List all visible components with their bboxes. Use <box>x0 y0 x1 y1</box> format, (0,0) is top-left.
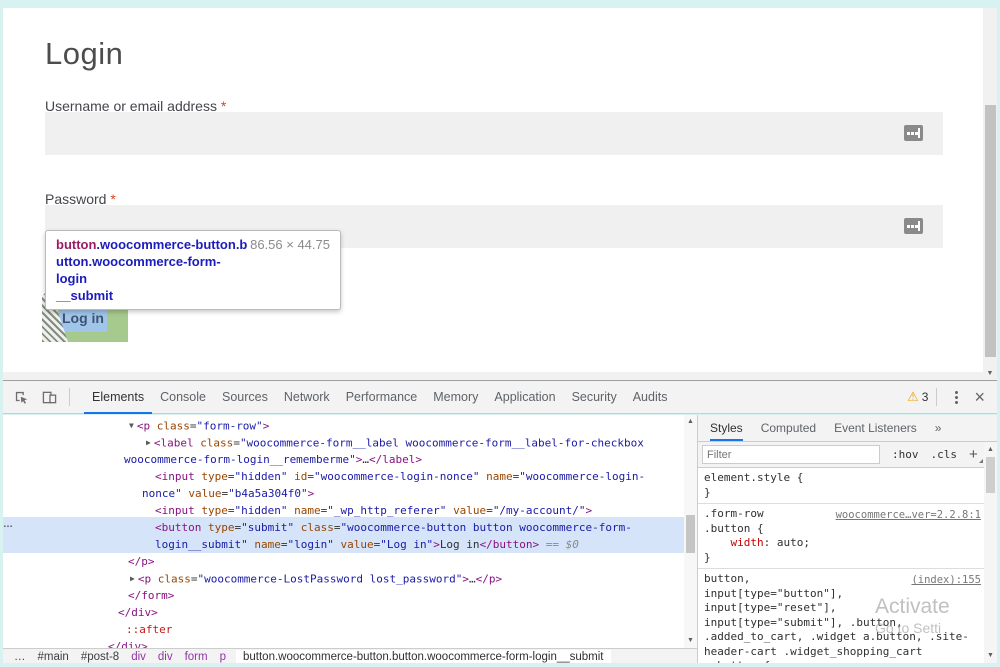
dom-tree-node[interactable]: login__submit" name="login" value="Log i… <box>155 536 579 553</box>
dom-tree-node[interactable]: </p> <box>128 553 155 570</box>
scroll-up-icon[interactable]: ▲ <box>984 445 997 455</box>
input-ime-icon[interactable] <box>904 218 923 234</box>
styles-scrollbar-thumb[interactable] <box>986 457 995 493</box>
stylesheet-link[interactable]: woocommerce…ver=2.2.8:1 <box>836 508 981 523</box>
dom-tree-node[interactable]: </div> <box>108 638 148 648</box>
breadcrumb-item[interactable]: … <box>8 651 32 663</box>
devtools-close-icon[interactable]: × <box>974 381 985 414</box>
dom-tree-node[interactable]: ▼<p class="form-row"> <box>129 417 269 435</box>
toolbar-right-controls: ⚠ 3 × <box>899 381 997 414</box>
dom-tree-node[interactable]: ▶<p class="woocommerce-LostPassword lost… <box>130 570 502 588</box>
styles-filter-input[interactable] <box>702 445 880 464</box>
devtools-tab-bar: ElementsConsoleSourcesNetworkPerformance… <box>84 381 675 414</box>
dom-tree-node[interactable]: nonce" value="b4a5a304f0"> <box>142 485 314 502</box>
screenshot-root: Login Username or email address * Passwo… <box>0 0 1000 667</box>
breadcrumb-item[interactable]: p <box>214 651 232 663</box>
frame-edge <box>0 663 1000 667</box>
page-title: Login <box>45 36 123 72</box>
sidebar-tab-event-listeners[interactable]: Event Listeners <box>834 415 917 441</box>
warning-icon: ⚠ <box>907 389 919 405</box>
breadcrumb-item[interactable]: #post-8 <box>75 651 125 663</box>
tab-network[interactable]: Network <box>276 381 338 414</box>
long-press-corner <box>979 459 983 463</box>
console-warnings-badge[interactable]: ⚠ 3 <box>899 389 936 405</box>
css-line[interactable]: header-cart .widget_shopping_cart <box>704 645 991 660</box>
input-ime-icon[interactable] <box>904 125 923 141</box>
css-rule: (index):155button,input[type="button"],i… <box>698 569 997 663</box>
breadcrumb-item[interactable]: form <box>179 651 214 663</box>
toggle-class-button[interactable]: .cls <box>931 448 958 461</box>
tab-elements[interactable]: Elements <box>84 381 152 414</box>
page-scrollbar-thumb[interactable] <box>985 105 996 357</box>
dom-tree-node[interactable]: <input type="hidden" name="_wp_http_refe… <box>155 502 592 519</box>
browser-page: Login Username or email address * Passwo… <box>3 8 983 372</box>
page-vertical-scrollbar[interactable]: ▼ <box>983 8 997 380</box>
scroll-up-icon[interactable]: ▲ <box>684 417 697 427</box>
dom-tree-node[interactable]: woocommerce-form-login__rememberme">…</l… <box>124 451 422 468</box>
css-rule: woocommerce…ver=2.2.8:1.form-row.button … <box>698 504 997 569</box>
styles-filter-row: :hov .cls + <box>698 442 997 468</box>
stylesheet-link[interactable]: (index):155 <box>911 573 981 588</box>
page-horizontal-scrollbar[interactable] <box>3 372 983 380</box>
scroll-down-icon[interactable]: ▼ <box>984 651 997 661</box>
css-line[interactable]: input[type="submit"], .button, <box>704 616 991 631</box>
dom-tree-node[interactable]: </form> <box>128 587 174 604</box>
inspect-tooltip: button.woocommerce-button.button.woocomm… <box>45 230 341 310</box>
device-toolbar-icon[interactable] <box>41 389 57 405</box>
devtools-menu-icon[interactable] <box>955 396 958 399</box>
css-line[interactable]: input[type="reset"], <box>704 601 991 616</box>
inspect-tooltip-size: 86.56 × 44.75 <box>250 236 330 304</box>
tab-security[interactable]: Security <box>564 381 625 414</box>
frame-edge <box>0 380 3 667</box>
dom-tree-node[interactable]: ::after <box>126 621 172 638</box>
styles-sidebar: Styles Computed Event Listeners » :hov .cls… <box>698 415 997 663</box>
css-line[interactable]: } <box>704 486 991 501</box>
breadcrumb-item[interactable]: div <box>152 651 179 663</box>
dom-tree-node[interactable]: <input type="hidden" id="woocommerce-log… <box>155 468 645 485</box>
toggle-pseudo-button[interactable]: :hov <box>892 448 919 461</box>
css-line[interactable]: .button { <box>704 522 991 537</box>
scroll-down-icon[interactable]: ▼ <box>684 636 697 646</box>
breadcrumb-item[interactable]: button.woocommerce-button.button.woocomm… <box>236 650 611 664</box>
elements-dom-tree: … ▼<p class="form-row">▶<label class="wo… <box>0 415 684 648</box>
inspect-tooltip-selector: button.woocommerce-button.button.woocomm… <box>56 236 250 304</box>
scroll-down-icon[interactable]: ▼ <box>983 369 997 379</box>
dom-tree-node[interactable]: <button type="submit" class="woocommerce… <box>155 519 632 536</box>
tab-sources[interactable]: Sources <box>214 381 276 414</box>
css-line[interactable]: } <box>704 551 991 566</box>
tab-performance[interactable]: Performance <box>338 381 426 414</box>
username-input[interactable] <box>45 112 943 155</box>
login-button-label: Log in <box>62 310 104 326</box>
css-line[interactable]: width: auto; <box>704 536 991 551</box>
css-rules-list: element.style {}woocommerce…ver=2.2.8:1.… <box>698 468 997 663</box>
sidebar-tab-bar: Styles Computed Event Listeners » <box>698 415 997 442</box>
css-line[interactable]: input[type="button"], <box>704 587 991 602</box>
css-line[interactable]: .added_to_cart, .widget a.button, .site- <box>704 630 991 645</box>
devtools-toolbar: ElementsConsoleSourcesNetworkPerformance… <box>3 381 997 414</box>
new-style-rule-button[interactable]: + <box>969 446 978 463</box>
toolbar-divider <box>936 388 937 406</box>
sidebar-tab-computed[interactable]: Computed <box>761 415 816 441</box>
row-actions-icon[interactable]: … <box>3 519 14 530</box>
inspect-element-icon[interactable] <box>13 389 29 405</box>
tab-console[interactable]: Console <box>152 381 214 414</box>
toolbar-divider <box>69 388 70 406</box>
css-line[interactable]: element.style { <box>704 471 991 486</box>
dom-tree-node[interactable]: ▶<label class="woocommerce-form__label w… <box>146 434 644 452</box>
styles-scrollbar[interactable]: ▲ ▼ <box>984 443 997 663</box>
sidebar-tab-styles[interactable]: Styles <box>710 415 743 441</box>
elements-breadcrumb-bar: …#main#post-8divdivformpbutton.woocommer… <box>0 648 697 664</box>
tab-memory[interactable]: Memory <box>425 381 486 414</box>
elements-scrollbar[interactable]: ▲ ▼ <box>684 415 697 648</box>
dom-tree-node[interactable]: </div> <box>118 604 158 621</box>
elements-scrollbar-thumb[interactable] <box>686 515 695 553</box>
tab-application[interactable]: Application <box>486 381 563 414</box>
tab-audits[interactable]: Audits <box>625 381 676 414</box>
more-tabs-chevron[interactable]: » <box>935 415 942 441</box>
breadcrumb-item[interactable]: #main <box>32 651 75 663</box>
breadcrumb-item[interactable]: div <box>125 651 152 663</box>
css-rule: element.style {} <box>698 468 997 504</box>
